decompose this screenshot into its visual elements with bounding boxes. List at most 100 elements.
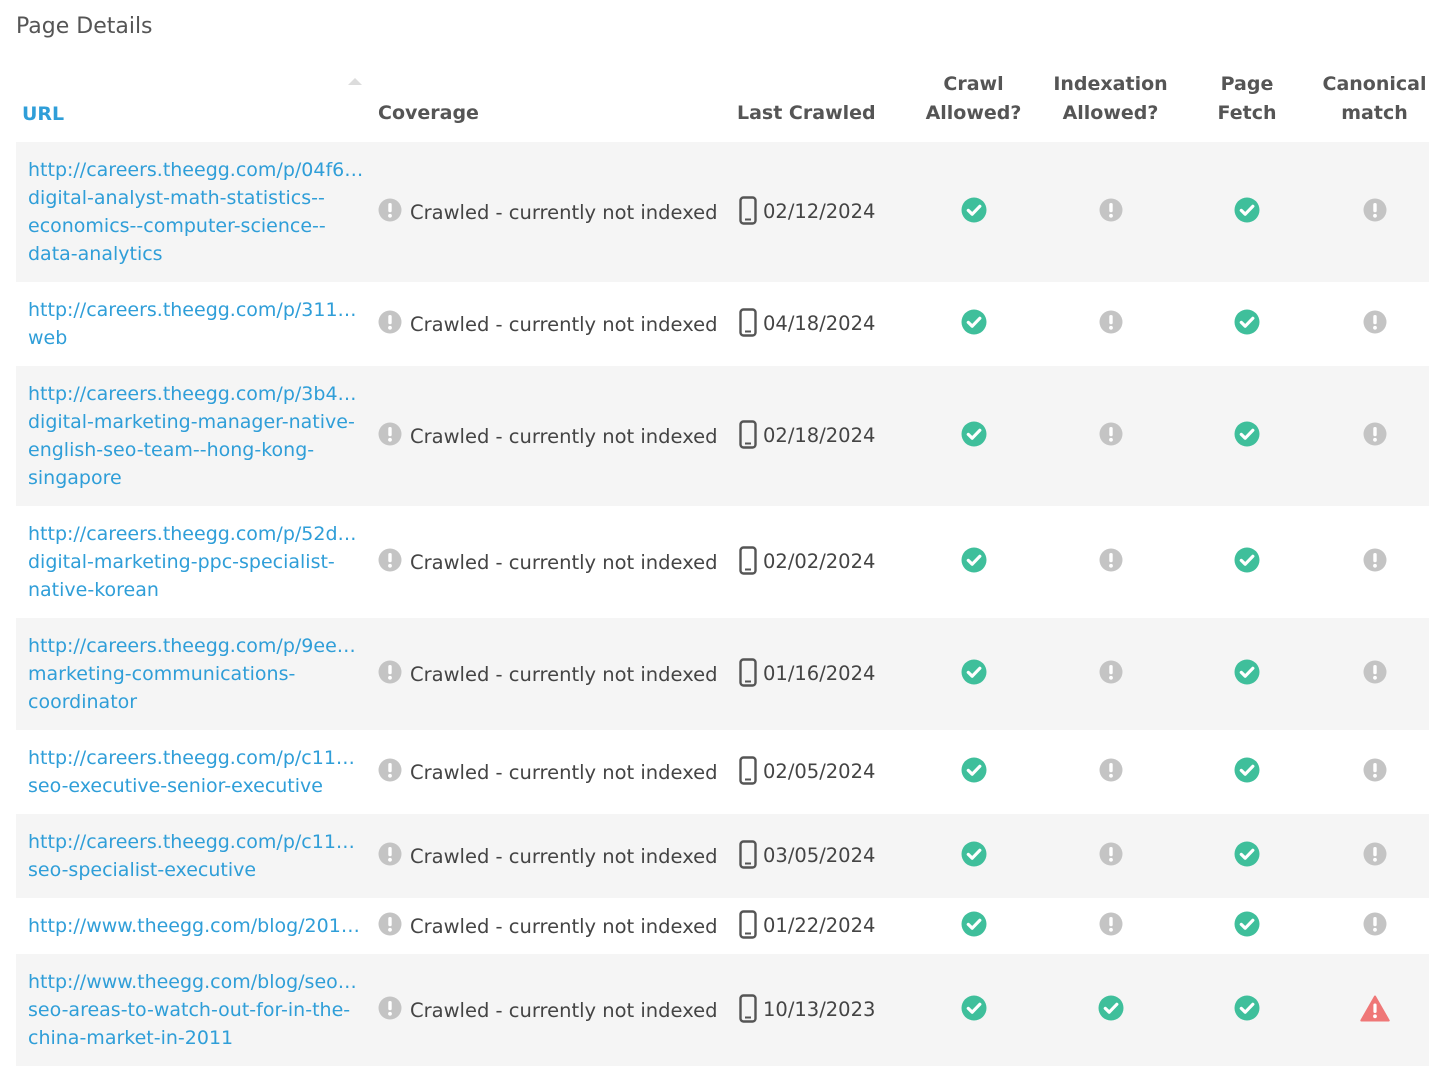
exclamation-icon xyxy=(1099,422,1123,450)
check-icon xyxy=(961,995,987,1025)
url-cell: http://careers.theegg.com/p/52d… digital-… xyxy=(16,506,368,618)
coverage-cell: Crawled - currently not indexed xyxy=(368,814,725,898)
section-title: Page Details xyxy=(16,14,153,39)
sort-arrow-icon[interactable] xyxy=(348,78,362,85)
exclamation-icon xyxy=(1099,758,1123,786)
url-link[interactable]: http://www.theegg.com/blog/201… xyxy=(28,912,364,940)
check-icon xyxy=(961,547,987,577)
url-link[interactable]: http://careers.theegg.com/p/3b4… digital-… xyxy=(28,380,364,492)
exclamation-icon xyxy=(1099,198,1123,226)
url-link[interactable]: http://careers.theegg.com/p/c11… seo-exec… xyxy=(28,744,364,800)
exclamation-icon xyxy=(378,996,402,1024)
smartphone-icon xyxy=(739,909,757,943)
table-row[interactable]: http://careers.theegg.com/p/311… web Crawl… xyxy=(16,282,1429,366)
index-status-cell xyxy=(1047,954,1174,1066)
column-header-page-fetch[interactable]: Page Fetch xyxy=(1174,56,1320,142)
url-link[interactable]: http://careers.theegg.com/p/9ee… marketin… xyxy=(28,632,364,716)
check-icon xyxy=(1234,757,1260,787)
url-link[interactable]: http://careers.theegg.com/p/04f6… digital… xyxy=(28,156,364,268)
table-row[interactable]: http://careers.theegg.com/p/52d… digital-… xyxy=(16,506,1429,618)
last-crawled-cell: 10/13/2023 xyxy=(725,954,900,1066)
exclamation-icon xyxy=(1363,310,1387,338)
url-link[interactable]: http://careers.theegg.com/p/311… web xyxy=(28,296,364,352)
smartphone-icon xyxy=(739,839,757,873)
coverage-cell: Crawled - currently not indexed xyxy=(368,506,725,618)
coverage-status: Crawled - currently not indexed xyxy=(410,313,718,336)
column-header-crawl-allowed[interactable]: Crawl Allowed? xyxy=(900,56,1047,142)
column-header-url[interactable]: URL xyxy=(16,56,368,142)
table-body: http://careers.theegg.com/p/04f6… digital… xyxy=(16,142,1429,1066)
table-row[interactable]: http://careers.theegg.com/p/c11… seo-spec… xyxy=(16,814,1429,898)
crawl-status-cell xyxy=(900,954,1047,1066)
coverage-cell: Crawled - currently not indexed xyxy=(368,618,725,730)
coverage-cell: Crawled - currently not indexed xyxy=(368,730,725,814)
fetch-status-cell xyxy=(1174,506,1320,618)
fetch-status-cell xyxy=(1174,954,1320,1066)
column-header-indexation-allowed[interactable]: Indexation Allowed? xyxy=(1047,56,1174,142)
index-status-cell xyxy=(1047,142,1174,282)
canonical-status-cell xyxy=(1320,142,1429,282)
last-crawled-cell: 03/05/2024 xyxy=(725,814,900,898)
index-status-cell xyxy=(1047,730,1174,814)
table-row[interactable]: http://careers.theegg.com/p/9ee… marketin… xyxy=(16,618,1429,730)
check-icon xyxy=(1234,421,1260,451)
exclamation-icon xyxy=(1363,422,1387,450)
table-row[interactable]: http://careers.theegg.com/p/04f6… digital… xyxy=(16,142,1429,282)
fetch-status-cell xyxy=(1174,618,1320,730)
url-link[interactable]: http://careers.theegg.com/p/c11… seo-spec… xyxy=(28,828,364,884)
coverage-status: Crawled - currently not indexed xyxy=(410,761,718,784)
url-cell: http://careers.theegg.com/p/3b4… digital-… xyxy=(16,366,368,506)
last-crawled-cell: 01/16/2024 xyxy=(725,618,900,730)
canonical-status-cell xyxy=(1320,618,1429,730)
index-status-cell xyxy=(1047,618,1174,730)
coverage-cell: Crawled - currently not indexed xyxy=(368,142,725,282)
url-link[interactable]: http://careers.theegg.com/p/52d… digital-… xyxy=(28,520,364,604)
table-row[interactable]: http://careers.theegg.com/p/3b4… digital-… xyxy=(16,366,1429,506)
coverage-status: Crawled - currently not indexed xyxy=(410,425,718,448)
canonical-status-cell xyxy=(1320,814,1429,898)
crawl-status-cell xyxy=(900,730,1047,814)
exclamation-icon xyxy=(1099,548,1123,576)
exclamation-icon xyxy=(1363,198,1387,226)
table-row[interactable]: http://www.theegg.com/blog/201… Crawled -… xyxy=(16,898,1429,954)
exclamation-icon xyxy=(1099,912,1123,940)
last-crawled-date: 03/05/2024 xyxy=(763,843,876,867)
table-row[interactable]: http://www.theegg.com/blog/seo… seo-areas… xyxy=(16,954,1429,1066)
exclamation-icon xyxy=(378,422,402,450)
check-icon xyxy=(961,197,987,227)
column-header-coverage[interactable]: Coverage xyxy=(368,56,725,142)
column-header-last-crawled[interactable]: Last Crawled xyxy=(725,56,900,142)
exclamation-icon xyxy=(378,912,402,940)
check-icon xyxy=(961,309,987,339)
url-cell: http://www.theegg.com/blog/seo… seo-areas… xyxy=(16,954,368,1066)
check-icon xyxy=(1234,841,1260,871)
coverage-status: Crawled - currently not indexed xyxy=(410,845,718,868)
coverage-status: Crawled - currently not indexed xyxy=(410,999,718,1022)
index-status-cell xyxy=(1047,898,1174,954)
check-icon xyxy=(1234,309,1260,339)
canonical-status-cell xyxy=(1320,366,1429,506)
coverage-cell: Crawled - currently not indexed xyxy=(368,366,725,506)
coverage-status: Crawled - currently not indexed xyxy=(410,663,718,686)
smartphone-icon xyxy=(739,755,757,789)
exclamation-icon xyxy=(1363,842,1387,870)
coverage-cell: Crawled - currently not indexed xyxy=(368,282,725,366)
crawl-status-cell xyxy=(900,366,1047,506)
exclamation-icon xyxy=(1099,842,1123,870)
smartphone-icon xyxy=(739,307,757,341)
exclamation-icon xyxy=(1363,912,1387,940)
exclamation-icon xyxy=(378,198,402,226)
last-crawled-cell: 02/18/2024 xyxy=(725,366,900,506)
coverage-status: Crawled - currently not indexed xyxy=(410,915,718,938)
column-header-canonical-match[interactable]: Canonical match xyxy=(1320,56,1429,142)
check-icon xyxy=(1234,911,1260,941)
last-crawled-cell: 02/05/2024 xyxy=(725,730,900,814)
exclamation-icon xyxy=(378,842,402,870)
url-link[interactable]: http://www.theegg.com/blog/seo… seo-areas… xyxy=(28,968,364,1052)
canonical-status-cell xyxy=(1320,954,1429,1066)
canonical-status-cell xyxy=(1320,506,1429,618)
coverage-status: Crawled - currently not indexed xyxy=(410,201,718,224)
fetch-status-cell xyxy=(1174,142,1320,282)
last-crawled-cell: 04/18/2024 xyxy=(725,282,900,366)
table-row[interactable]: http://careers.theegg.com/p/c11… seo-exec… xyxy=(16,730,1429,814)
